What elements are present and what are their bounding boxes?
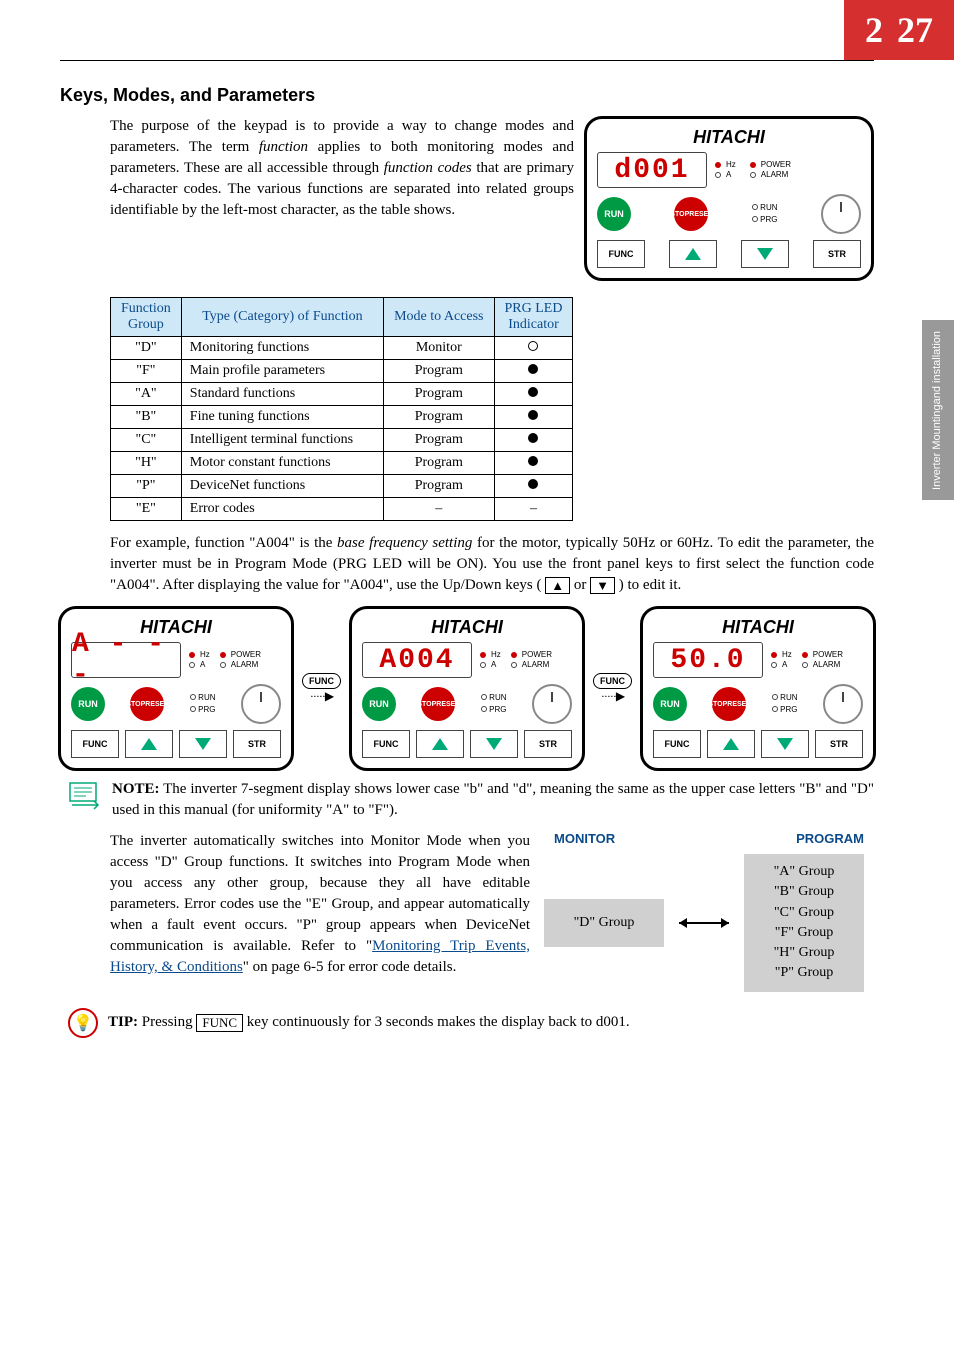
intro-paragraph: The purpose of the keypad is to provide … [60,116,574,221]
table-row: "F"Main profile parametersProgram [111,360,573,383]
func-button: FUNC [597,240,645,268]
th-led: PRG LED Indicator [494,298,573,337]
table-row: "A"Standard functionsProgram [111,383,573,406]
keypad-sequence-row: HITACHI A - - - HzA POWERALARM RUN STOPR… [60,606,874,771]
header-rule [60,60,874,61]
seven-seg-display: A004 [362,642,472,678]
seven-seg-display: d001 [597,152,707,188]
table-row: "C"Intelligent terminal functionsProgram [111,429,573,452]
program-header: PROGRAM [796,831,864,846]
page-number-badge: 2 27 [844,0,954,60]
lightbulb-icon: 💡 [68,1008,98,1038]
keypad-figure-main: HITACHI d001 Hz A POWER ALARM RUN STOPRE… [584,116,874,281]
down-button [741,240,789,268]
note-block: NOTE: The inverter 7-segment display sho… [68,779,874,821]
table-row: "H"Motor constant functionsProgram [111,452,573,475]
th-group: Function Group [111,298,182,337]
func-key-label: FUNC [196,1014,243,1032]
th-type: Type (Category) of Function [181,298,383,337]
keypad-brand: HITACHI [597,127,861,148]
tip-text: TIP: Pressing FUNC key continuously for … [108,1012,630,1033]
table-row: "E"Error codes–– [111,498,573,521]
keypad-figure-3: HITACHI A004 HzA POWERALARM RUN STOPRESE… [349,606,585,771]
potentiometer-knob [821,194,861,234]
table-row: "B"Fine tuning functionsProgram [111,406,573,429]
note-text: NOTE: The inverter 7-segment display sho… [112,779,874,821]
hz-led [715,162,721,168]
monitor-paragraph: The inverter automatically switches into… [110,831,530,978]
stop-reset-button: STOPRESET [674,197,708,231]
d-group-box: "D" Group [544,899,664,947]
a-led [715,172,721,178]
monitor-header: MONITOR [554,831,615,846]
program-groups-box: "A" Group"B" Group"C" Group"F" Group"H" … [744,854,864,992]
keypad-figure-4: HITACHI 50.0 HzA POWERALARM RUN STOPRESE… [640,606,876,771]
sequence-arrow-2: FUNC ·····▶ [593,673,632,704]
tip-block: 💡 TIP: Pressing FUNC key continuously fo… [68,1008,874,1038]
keypad-figure-2: HITACHI A - - - HzA POWERALARM RUN STOPR… [58,606,294,771]
str-button: STR [813,240,861,268]
function-group-table: Function Group Type (Category) of Functi… [110,297,573,521]
down-key-icon: ▼ [590,577,615,595]
seven-seg-display: A - - - [71,642,181,678]
example-paragraph: For example, function "A004" is the base… [110,533,874,596]
th-mode: Mode to Access [384,298,494,337]
side-tab: Inverter Mountingand installation [922,320,954,500]
sequence-arrow-1: FUNC ·····▶ [302,673,341,704]
side-tab-text: Inverter Mountingand installation [931,331,944,490]
bidi-arrow-icon [674,913,734,933]
seven-seg-display: 50.0 [653,642,763,678]
mode-diagram: MONITOR PROGRAM "D" Group "A" Group"B" G… [544,831,874,992]
up-button [669,240,717,268]
alarm-led [750,172,756,178]
power-led [750,162,756,168]
note-icon [68,779,104,813]
indicator-col-left: Hz A [715,160,736,181]
run-button: RUN [597,197,631,231]
table-row: "D"Monitoring functionsMonitor [111,337,573,360]
table-row: "P"DeviceNet functionsProgram [111,475,573,498]
section-title: Keys, Modes, and Parameters [60,85,874,106]
up-key-icon: ▲ [545,577,570,595]
run-prg-labels: RUN PRG [752,202,778,226]
indicator-col-right: POWER ALARM [750,160,791,181]
